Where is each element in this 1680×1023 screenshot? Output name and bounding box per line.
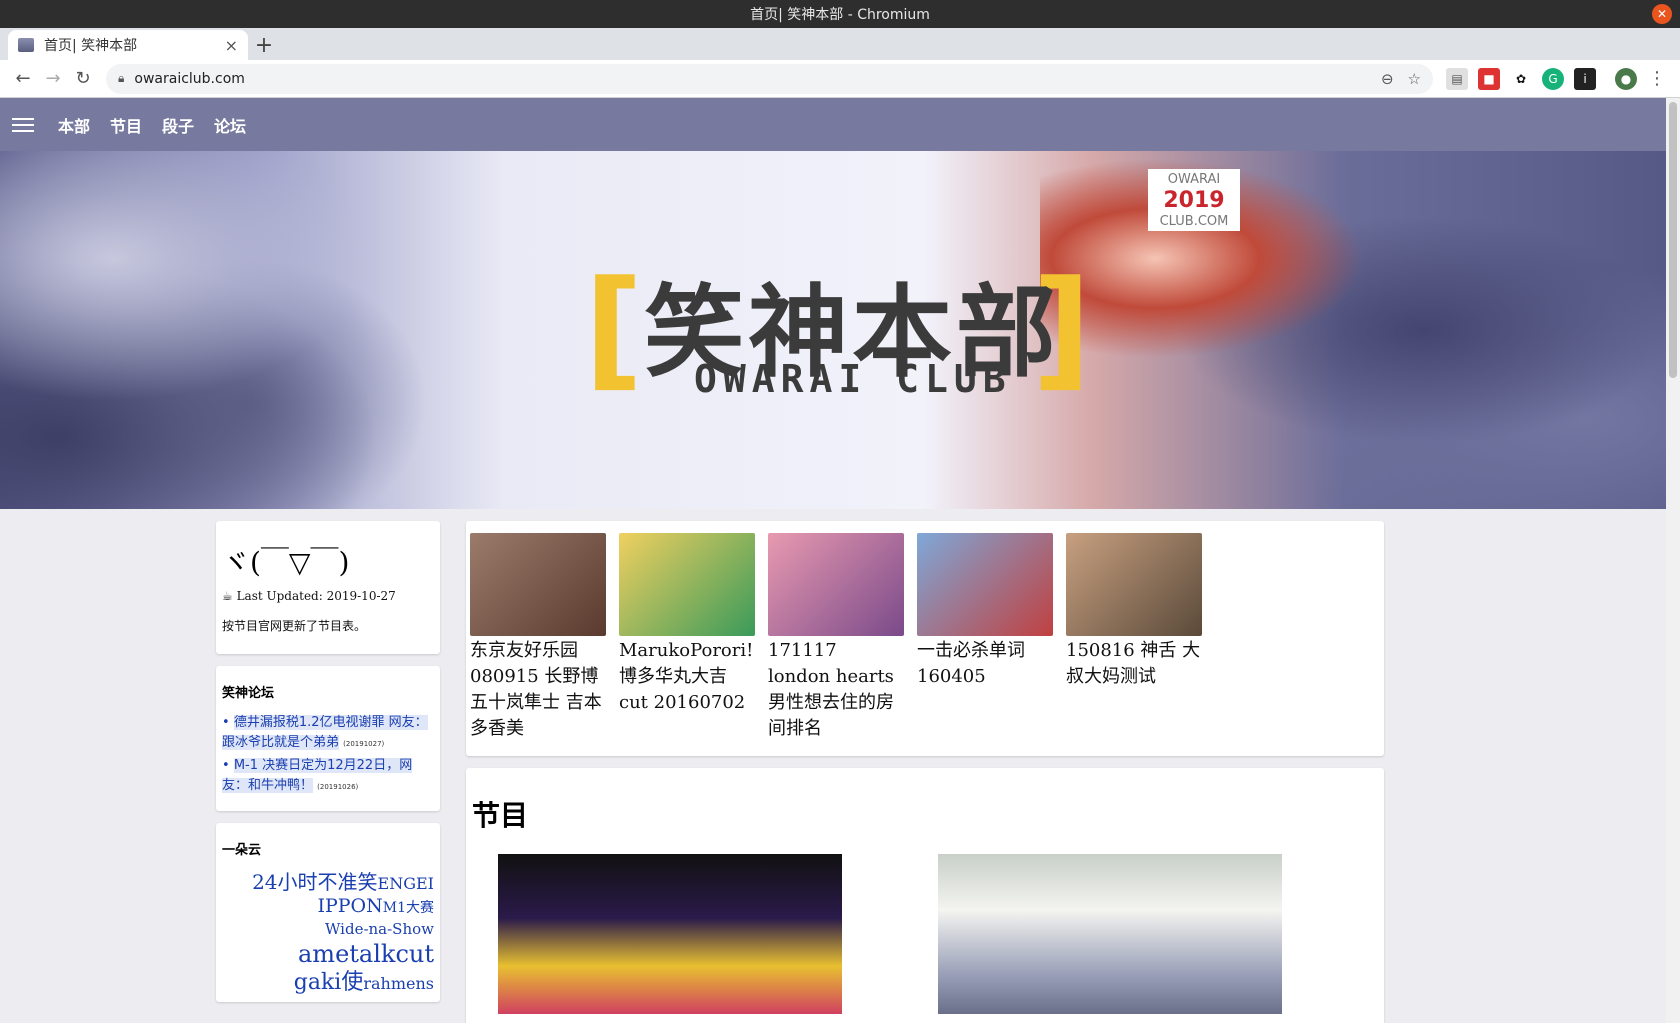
tag-link[interactable]: gaki使 bbox=[294, 970, 364, 995]
browser-toolbar: ← → ↻ 🔒︎ owaraiclub.com ⊖ ☆ ▤ ■ ✿ G i ● … bbox=[0, 60, 1680, 98]
forum-item-link[interactable]: 德井漏报税1.2亿电视谢罪 网友：跟冰爷比就是个弟弟 bbox=[222, 715, 428, 750]
featured-caption[interactable]: 东京友好乐园 080915 长野博 五十岚隼士 吉本多香美 bbox=[470, 638, 606, 742]
tag-link[interactable]: cut bbox=[395, 940, 434, 968]
window-close-button[interactable]: ✕ bbox=[1652, 4, 1672, 24]
forum-card: 笑神论坛 • 德井漏报税1.2亿电视谢罪 网友：跟冰爷比就是个弟弟 (20191… bbox=[216, 666, 440, 811]
shows-section-title: 节目 bbox=[472, 799, 529, 832]
url-text: owaraiclub.com bbox=[134, 70, 245, 87]
tag-link[interactable]: ametalk bbox=[298, 940, 395, 968]
main-content: ヾ(￣▽￣) ☕︎ Last Updated: 2019-10-27 按节目官网… bbox=[0, 509, 1680, 1023]
featured-thumbnail[interactable] bbox=[768, 533, 904, 636]
featured-item[interactable]: 一击必杀单词 160405 bbox=[917, 533, 1053, 742]
show-thumbnail[interactable] bbox=[938, 854, 1282, 1014]
nav-link-forum[interactable]: 论坛 bbox=[214, 113, 246, 137]
address-bar[interactable]: 🔒︎ owaraiclub.com ⊖ ☆ bbox=[106, 63, 1433, 94]
extension-red-icon[interactable]: ■ bbox=[1478, 67, 1500, 90]
banner-photo-left bbox=[0, 151, 560, 509]
main-column: 东京友好乐园 080915 长野博 五十岚隼士 吉本多香美 MarukoPoro… bbox=[466, 521, 1384, 1023]
banner-bracket-left: [ bbox=[584, 252, 644, 404]
tagcloud-title: 一朵云 bbox=[222, 843, 262, 858]
status-card: ヾ(￣▽￣) ☕︎ Last Updated: 2019-10-27 按节目官网… bbox=[216, 521, 440, 654]
status-emoticon: ヾ(￣▽￣) bbox=[222, 546, 350, 579]
tag-link[interactable]: rahmens bbox=[363, 974, 434, 993]
extension-grammarly-icon[interactable]: G bbox=[1542, 67, 1564, 90]
nav-link-jokes[interactable]: 段子 bbox=[162, 113, 194, 137]
hamburger-menu-icon[interactable] bbox=[12, 114, 34, 136]
banner-year-badge: OWARAI 2019 CLUB.COM bbox=[1148, 169, 1240, 231]
back-button[interactable]: ← bbox=[8, 64, 38, 94]
favicon-icon bbox=[18, 38, 34, 52]
nav-link-shows[interactable]: 节目 bbox=[110, 113, 142, 137]
web-page: 本部 节目 段子 论坛 [ ] 笑神本部 OWARAI CLUB OWARAI … bbox=[0, 98, 1680, 1023]
featured-card: 东京友好乐园 080915 长野博 五十岚隼士 吉本多香美 MarukoPoro… bbox=[466, 521, 1384, 756]
extension-paw-icon[interactable]: ✿ bbox=[1510, 67, 1532, 90]
scrollbar-thumb[interactable] bbox=[1669, 102, 1677, 378]
tag-cloud: 24小时不准笑ENGEI IPPONM1大赛 Wide-na-Show amet… bbox=[222, 870, 434, 996]
forum-item[interactable]: • 德井漏报税1.2亿电视谢罪 网友：跟冰爷比就是个弟弟 (20191027) bbox=[222, 713, 434, 754]
featured-caption[interactable]: MarukoPorori! 博多华丸大吉 cut 20160702 bbox=[619, 638, 755, 716]
tag-link[interactable]: ENGEI bbox=[378, 874, 434, 893]
shows-card: 节目 bbox=[466, 768, 1384, 1023]
tab-close-icon[interactable]: × bbox=[225, 36, 238, 55]
window-titlebar: 首页| 笑神本部 - Chromium ✕ bbox=[0, 0, 1680, 28]
tab-strip: 首页| 笑神本部 × + bbox=[0, 28, 1680, 60]
badge-year: 2019 bbox=[1163, 188, 1225, 213]
featured-thumbnail[interactable] bbox=[470, 533, 606, 636]
hero-banner: [ ] 笑神本部 OWARAI CLUB OWARAI 2019 CLUB.CO… bbox=[0, 151, 1680, 509]
featured-item[interactable]: 150816 神舌 大叔大妈测试 bbox=[1066, 533, 1202, 742]
last-updated-text: Last Updated: 2019-10-27 bbox=[236, 589, 396, 603]
featured-caption[interactable]: 一击必杀单词 160405 bbox=[917, 638, 1053, 690]
badge-top-text: OWARAI bbox=[1167, 172, 1221, 187]
forum-card-title: 笑神论坛 bbox=[222, 686, 275, 701]
featured-item[interactable]: 171117 london hearts 男性想去住的房间排名 bbox=[768, 533, 904, 742]
featured-item[interactable]: MarukoPorori! 博多华丸大吉 cut 20160702 bbox=[619, 533, 755, 742]
forum-item[interactable]: • M-1 决赛日定为12月22日，网友：和牛冲鸭！ (20191026) bbox=[222, 756, 434, 803]
browser-tab[interactable]: 首页| 笑神本部 × bbox=[8, 30, 248, 60]
featured-thumbnail[interactable] bbox=[619, 533, 755, 636]
zoom-icon[interactable]: ⊖ bbox=[1381, 70, 1394, 88]
reload-button[interactable]: ↻ bbox=[68, 64, 98, 94]
last-updated: ☕︎ Last Updated: 2019-10-27 bbox=[222, 589, 434, 603]
featured-list: 东京友好乐园 080915 长野博 五十岚隼士 吉本多香美 MarukoPoro… bbox=[466, 521, 1384, 756]
tag-link[interactable]: M1大赛 bbox=[383, 900, 434, 916]
sidebar: ヾ(￣▽￣) ☕︎ Last Updated: 2019-10-27 按节目官网… bbox=[216, 521, 440, 1023]
featured-item[interactable]: 东京友好乐园 080915 长野博 五十岚隼士 吉本多香美 bbox=[470, 533, 606, 742]
coffee-icon: ☕︎ bbox=[222, 589, 237, 603]
featured-caption[interactable]: 171117 london hearts 男性想去住的房间排名 bbox=[768, 638, 904, 742]
tag-link[interactable]: 24小时不准笑 bbox=[252, 870, 377, 894]
forward-button[interactable]: → bbox=[38, 64, 68, 94]
nav-link-home[interactable]: 本部 bbox=[58, 113, 90, 137]
site-nav: 本部 节目 段子 论坛 bbox=[0, 98, 1680, 151]
tag-link[interactable]: Wide-na-Show bbox=[325, 920, 434, 938]
profile-avatar-icon[interactable]: ● bbox=[1615, 67, 1637, 90]
banner-title-en: OWARAI CLUB bbox=[694, 357, 1012, 401]
extension-doc-icon[interactable]: ▤ bbox=[1446, 67, 1468, 90]
banner-photo-right bbox=[1040, 151, 1680, 509]
tab-title: 首页| 笑神本部 bbox=[44, 38, 138, 54]
bookmark-star-icon[interactable]: ☆ bbox=[1408, 70, 1421, 88]
menu-kebab-icon[interactable]: ⋮ bbox=[1642, 64, 1672, 94]
tagcloud-card: 一朵云 24小时不准笑ENGEI IPPONM1大赛 Wide-na-Show … bbox=[216, 823, 440, 1003]
forum-item-date: (20191026) bbox=[317, 783, 359, 791]
forum-item-date: (20191027) bbox=[343, 740, 385, 748]
featured-caption[interactable]: 150816 神舌 大叔大妈测试 bbox=[1066, 638, 1202, 690]
featured-thumbnail[interactable] bbox=[917, 533, 1053, 636]
featured-thumbnail[interactable] bbox=[1066, 533, 1202, 636]
show-thumbnail[interactable] bbox=[498, 854, 842, 1014]
tag-link[interactable]: IPPON bbox=[317, 895, 382, 917]
window-title: 首页| 笑神本部 - Chromium bbox=[750, 7, 930, 23]
shows-grid bbox=[472, 854, 1378, 1014]
page-scrollbar[interactable] bbox=[1666, 98, 1680, 1023]
extension-info-icon[interactable]: i bbox=[1574, 67, 1596, 90]
update-note: 按节目官网更新了节目表。 bbox=[222, 619, 367, 633]
lock-icon: 🔒︎ bbox=[118, 71, 125, 85]
new-tab-button[interactable]: + bbox=[248, 30, 280, 60]
badge-bottom-text: CLUB.COM bbox=[1159, 214, 1229, 229]
